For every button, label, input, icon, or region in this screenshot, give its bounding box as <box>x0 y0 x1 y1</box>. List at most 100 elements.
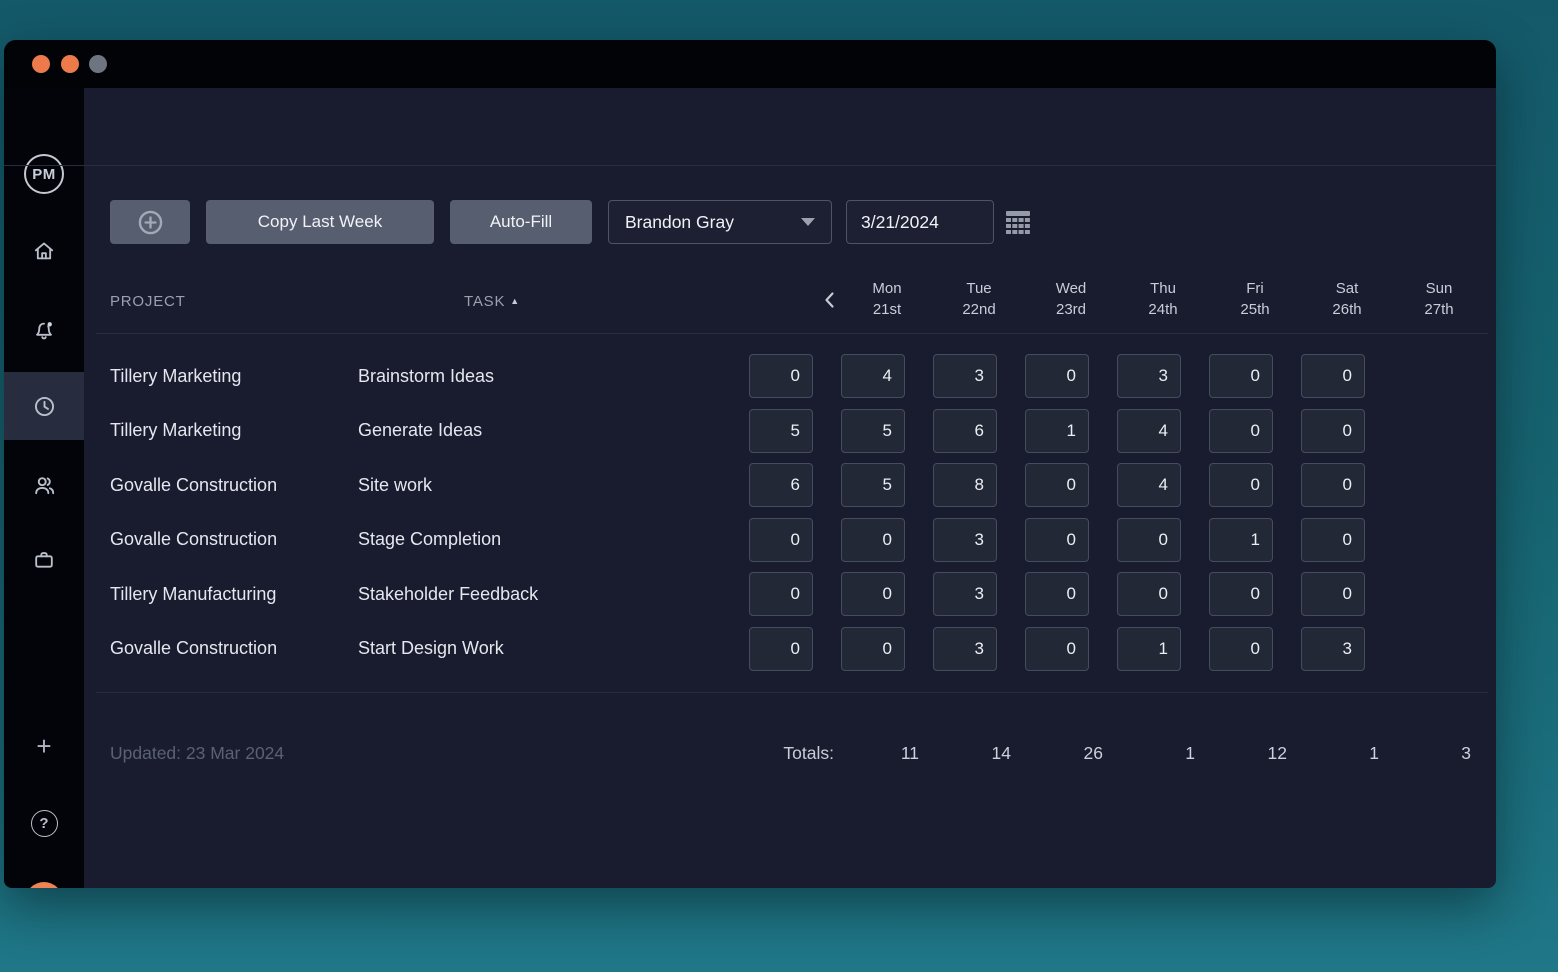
app-window: PM <box>4 40 1496 888</box>
hours-input[interactable] <box>1301 463 1365 507</box>
totals-label: Totals: <box>694 743 834 764</box>
hours-input[interactable] <box>933 518 997 562</box>
hours-input[interactable] <box>1117 572 1181 616</box>
day-header: Thu24th <box>1117 278 1209 320</box>
table-row: Govalle Construction Start Design Work <box>4 622 1496 677</box>
column-header-task[interactable]: TASK▲ <box>464 293 520 310</box>
question-icon: ? <box>31 810 58 837</box>
hours-input[interactable] <box>1301 518 1365 562</box>
total-value: 11 <box>841 743 933 764</box>
chevron-down-icon <box>801 218 815 226</box>
hours-input[interactable] <box>749 409 813 453</box>
timesheet-rows: Tillery Marketing Brainstorm Ideas Tille… <box>4 349 1496 676</box>
total-value: 1 <box>1117 743 1209 764</box>
totals-row: 11 14 26 1 12 1 3 <box>841 743 1485 764</box>
hours-input[interactable] <box>749 354 813 398</box>
hours-input[interactable] <box>1209 354 1273 398</box>
project-cell: Tillery Marketing <box>4 420 358 441</box>
hours-input[interactable] <box>749 572 813 616</box>
hours-input[interactable] <box>1117 409 1181 453</box>
hours-input[interactable] <box>933 409 997 453</box>
total-value: 12 <box>1209 743 1301 764</box>
date-input[interactable] <box>846 200 994 244</box>
hours-input[interactable] <box>933 354 997 398</box>
hours-input[interactable] <box>1209 572 1273 616</box>
task-cell: Stage Completion <box>358 529 735 550</box>
table-header-divider <box>96 333 1488 334</box>
chevron-left-icon <box>818 288 842 312</box>
table-row: Tillery Marketing Generate Ideas <box>4 404 1496 459</box>
add-entry-button[interactable] <box>110 200 190 244</box>
hours-input[interactable] <box>1117 627 1181 671</box>
previous-week-button[interactable] <box>818 288 842 312</box>
sidebar-item-add[interactable]: + <box>4 718 84 774</box>
hours-input[interactable] <box>1025 409 1089 453</box>
assignee-select[interactable]: Brandon Gray <box>608 200 832 244</box>
traffic-light-zoom[interactable] <box>89 55 107 73</box>
total-value: 26 <box>1025 743 1117 764</box>
header-divider <box>4 165 1496 166</box>
hours-input[interactable] <box>841 518 905 562</box>
hours-input[interactable] <box>1209 627 1273 671</box>
project-cell: Govalle Construction <box>4 529 358 550</box>
hours-input[interactable] <box>1117 518 1181 562</box>
traffic-light-minimize[interactable] <box>61 55 79 73</box>
hours-input[interactable] <box>841 354 905 398</box>
total-value: 3 <box>1393 743 1485 764</box>
task-cell: Brainstorm Ideas <box>358 366 735 387</box>
day-header: Sat26th <box>1301 278 1393 320</box>
plus-icon: + <box>36 733 51 759</box>
hours-input[interactable] <box>933 572 997 616</box>
total-value: 14 <box>933 743 1025 764</box>
hours-input[interactable] <box>1301 409 1365 453</box>
day-header: Wed23rd <box>1025 278 1117 320</box>
hours-input[interactable] <box>933 627 997 671</box>
task-cell: Start Design Work <box>358 638 735 659</box>
table-row: Govalle Construction Site work <box>4 458 1496 513</box>
hours-input[interactable] <box>933 463 997 507</box>
hours-input[interactable] <box>841 409 905 453</box>
updated-timestamp: Updated: 23 Mar 2024 <box>110 743 284 764</box>
table-row: Govalle Construction Stage Completion <box>4 513 1496 568</box>
copy-last-week-button[interactable]: Copy Last Week <box>206 200 434 244</box>
task-cell: Site work <box>358 475 735 496</box>
day-header: Fri25th <box>1209 278 1301 320</box>
hours-input[interactable] <box>1117 463 1181 507</box>
hours-input[interactable] <box>749 518 813 562</box>
hours-input[interactable] <box>841 572 905 616</box>
hours-input[interactable] <box>1025 572 1089 616</box>
hours-input[interactable] <box>1117 354 1181 398</box>
sidebar-item-help[interactable]: ? <box>4 795 84 851</box>
hours-input[interactable] <box>1209 518 1273 562</box>
hours-input[interactable] <box>1301 627 1365 671</box>
hours-input[interactable] <box>749 627 813 671</box>
hours-input[interactable] <box>1025 627 1089 671</box>
traffic-light-close[interactable] <box>32 55 50 73</box>
hours-input[interactable] <box>841 627 905 671</box>
day-header: Sun27th <box>1393 278 1485 320</box>
project-cell: Govalle Construction <box>4 475 358 496</box>
hours-input[interactable] <box>749 463 813 507</box>
hours-input[interactable] <box>1025 463 1089 507</box>
table-row: Tillery Manufacturing Stakeholder Feedba… <box>4 567 1496 622</box>
hours-input[interactable] <box>1209 409 1273 453</box>
auto-fill-button[interactable]: Auto-Fill <box>450 200 592 244</box>
column-header-project[interactable]: PROJECT <box>110 293 186 310</box>
calendar-icon[interactable] <box>1002 206 1034 238</box>
hours-input[interactable] <box>1025 354 1089 398</box>
bell-icon <box>31 318 57 344</box>
hours-input[interactable] <box>1209 463 1273 507</box>
project-cell: Tillery Marketing <box>4 366 358 387</box>
pm-logo[interactable]: PM <box>24 154 64 194</box>
table-row: Tillery Marketing Brainstorm Ideas <box>4 349 1496 404</box>
hours-input[interactable] <box>1301 572 1365 616</box>
sidebar-item-home[interactable] <box>4 223 84 279</box>
sidebar-item-profile[interactable] <box>4 873 84 888</box>
task-cell: Generate Ideas <box>358 420 735 441</box>
day-headers: Mon21st Tue22nd Wed23rd Thu24th Fri25th … <box>841 278 1485 320</box>
hours-input[interactable] <box>841 463 905 507</box>
hours-input[interactable] <box>1025 518 1089 562</box>
task-cell: Stakeholder Feedback <box>358 584 735 605</box>
hours-input[interactable] <box>1301 354 1365 398</box>
day-header: Tue22nd <box>933 278 1025 320</box>
